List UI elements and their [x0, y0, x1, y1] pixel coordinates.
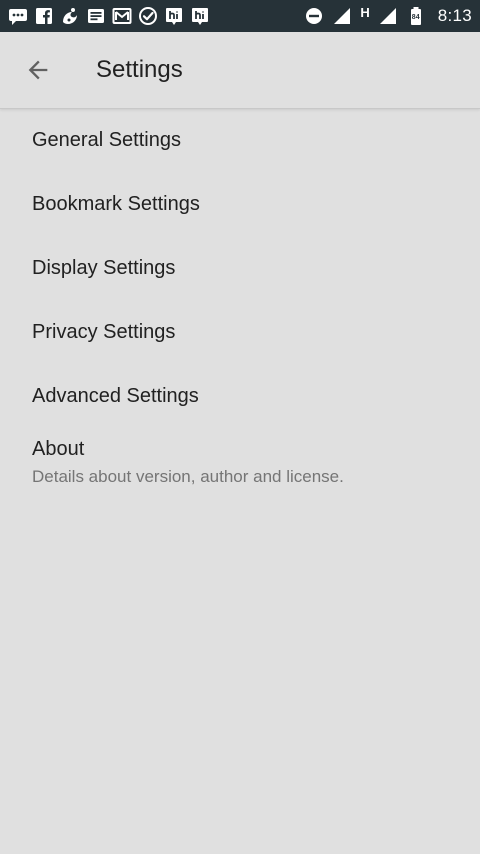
system-icons: H 84 8:13 [304, 5, 472, 28]
bookmark-settings-label: Bookmark Settings [32, 192, 200, 215]
notification-icons [8, 6, 210, 26]
display-settings-label: Display Settings [32, 256, 176, 279]
chat-icon [8, 6, 28, 26]
about-label: About [32, 438, 85, 460]
clock: 8:13 [437, 6, 472, 25]
hi-app-icon [190, 6, 210, 26]
network-type-label: H [360, 4, 370, 20]
signal-icon [378, 6, 398, 26]
page-title: Settings [96, 56, 183, 83]
privacy-settings-label: Privacy Settings [32, 320, 176, 343]
hi-app-icon [164, 6, 184, 26]
advanced-settings-item[interactable]: Advanced Settings [0, 364, 480, 428]
battery-level: 84 [411, 14, 420, 21]
mail-icon [112, 6, 132, 26]
signal-icon [332, 6, 352, 26]
privacy-settings-item[interactable]: Privacy Settings [0, 300, 480, 364]
app-bar: Settings [0, 32, 480, 108]
advanced-settings-label: Advanced Settings [32, 384, 199, 407]
do-not-disturb-icon [304, 6, 324, 26]
check-circle-icon [138, 6, 158, 26]
display-settings-item[interactable]: Display Settings [0, 236, 480, 300]
facebook-icon [34, 6, 54, 26]
news-icon [86, 6, 106, 26]
settings-screen: H 84 8:13 Settings General Settings Book… [0, 0, 480, 854]
status-bar: H 84 8:13 [0, 0, 480, 32]
uc-browser-icon [60, 6, 80, 26]
arrow-back-icon [28, 60, 48, 80]
about-item[interactable]: About Details about version, author and … [0, 428, 480, 498]
bookmark-settings-item[interactable]: Bookmark Settings [0, 172, 480, 236]
settings-list: General Settings Bookmark Settings Displ… [0, 108, 480, 498]
general-settings-item[interactable]: General Settings [0, 108, 480, 172]
battery-icon: 84 [406, 6, 426, 26]
back-button[interactable] [10, 42, 66, 98]
general-settings-label: General Settings [32, 128, 181, 151]
about-summary: Details about version, author and licens… [32, 467, 344, 486]
